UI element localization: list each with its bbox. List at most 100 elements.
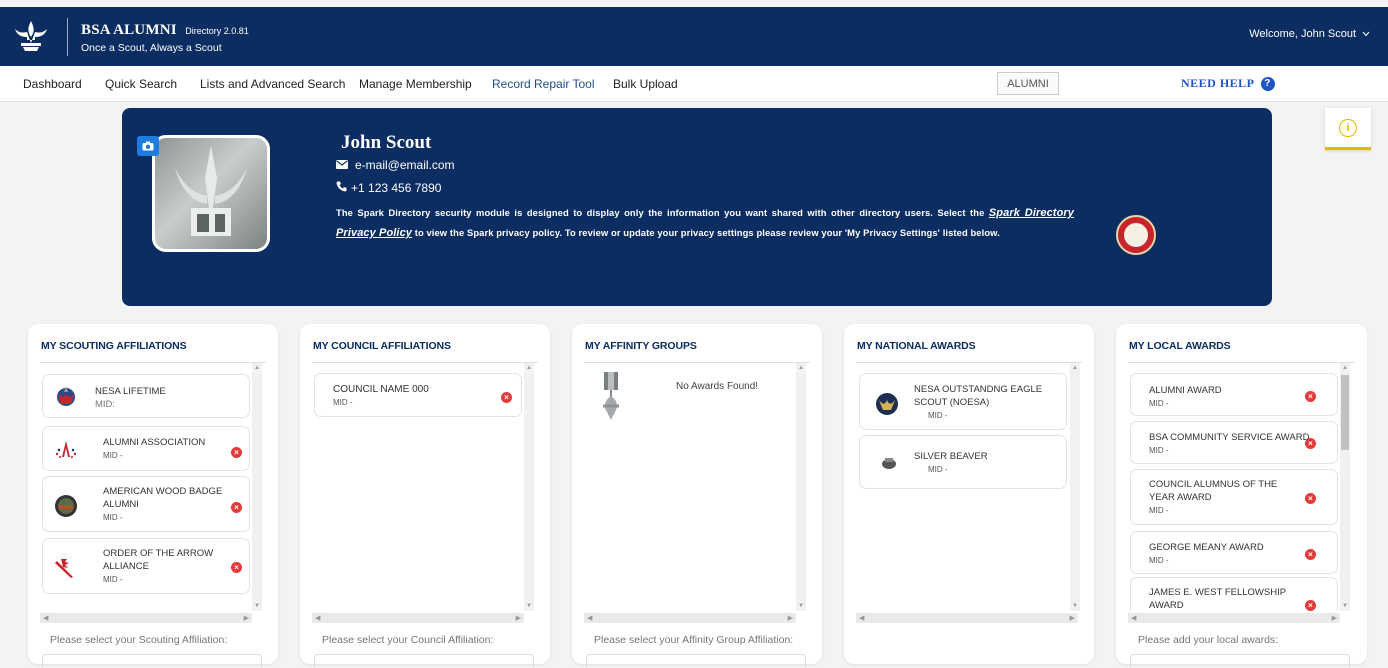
select-label: Please select your Council Affiliation: [322,634,494,646]
list-item: NESA OUTSTANDNG EAGLE SCOUT (NOESA) MID … [859,373,1067,430]
affinity-groups-card: MY AFFINITY GROUPS No Awards Found! ▲ ▼ ◀… [572,324,822,668]
horizontal-scrollbar[interactable]: ◀ ▶ [312,613,524,623]
info-button[interactable]: i [1325,108,1371,150]
item-name: GEORGE MEANY AWARD [1149,542,1264,553]
need-help-label: NEED HELP [1181,76,1255,90]
item-mid: MID - [928,465,948,474]
item-name: ALUMNI AWARD [1149,385,1222,396]
app-name: BSA ALUMNI [81,22,177,38]
privacy-text-before: The Spark Directory security module is d… [336,207,989,218]
item-mid: MID - [103,513,123,522]
profile-banner: John Scout e-mail@email.com +1 123 456 7… [122,108,1272,306]
alumni-mode-button[interactable]: ALUMNI [997,72,1059,95]
list-item-text: COUNCIL ALUMNUS OF THE YEAR AWARD MID - [1149,478,1299,517]
national-awards-list: NESA OUTSTANDNG EAGLE SCOUT (NOESA) MID … [856,363,1068,611]
remove-icon[interactable]: × [1305,438,1316,449]
profile-photo [152,135,270,252]
bsa-logo-icon[interactable] [9,17,53,55]
card-divider [584,362,810,363]
list-item: ALUMNI AWARD MID - × [1130,373,1338,416]
phone-icon [336,181,347,195]
remove-icon[interactable]: × [1305,549,1316,560]
card-title: MY SCOUTING AFFILIATIONS [41,340,187,352]
scouting-affiliation-select[interactable] [42,654,262,668]
item-mid: MID - [1149,446,1169,455]
user-menu[interactable]: Welcome, John Scout [1249,28,1370,40]
app-tagline: Once a Scout, Always a Scout [81,42,222,54]
list-item-text: JAMES E. WEST FELLOWSHIP AWARD [1149,586,1299,611]
vertical-scrollbar[interactable]: ▲ ▼ [1070,363,1080,611]
profile-phone-row: +1 123 456 7890 [336,181,441,195]
noesa-medal-icon [874,391,900,417]
scouting-affiliations-card: MY SCOUTING AFFILIATIONS NESA LIFETIME M… [28,324,278,668]
nav-quick-search[interactable]: Quick Search [105,77,177,91]
camera-icon[interactable] [137,136,159,156]
list-item: JAMES E. WEST FELLOWSHIP AWARD × [1130,577,1338,611]
card-title: MY NATIONAL AWARDS [857,340,976,352]
remove-icon[interactable]: × [501,392,512,403]
vertical-scrollbar[interactable]: ▲ ▼ [1340,363,1350,611]
remove-icon[interactable]: × [231,562,242,573]
select-label: Please select your Scouting Affiliation: [50,634,228,646]
vertical-scrollbar[interactable]: ▲ ▼ [252,363,262,611]
order-of-the-arrow-icon [53,555,79,581]
profile-email-row: e-mail@email.com [336,158,455,172]
card-title: MY LOCAL AWARDS [1129,340,1231,352]
vertical-scrollbar[interactable]: ▲ ▼ [524,363,534,611]
item-mid: MID - [1149,506,1169,515]
list-item: SILVER BEAVER MID - [859,435,1067,489]
horizontal-scrollbar[interactable]: ◀ ▶ [584,613,796,623]
local-awards-card: MY LOCAL AWARDS ALUMNI AWARD MID - × BSA… [1116,324,1367,668]
no-awards-text: No Awards Found! [676,381,759,392]
privacy-text-after: to view the Spark privacy policy. To rev… [412,227,1000,238]
item-name: NESA OUTSTANDNG EAGLE SCOUT (NOESA) [914,384,1043,408]
select-label: Please select your Affinity Group Affili… [594,634,794,646]
medal-icon [600,372,622,429]
list-item: BSA COMMUNITY SERVICE AWARD MID - × [1130,421,1338,464]
item-mid: MID - [103,575,123,584]
welcome-text: Welcome, John Scout [1249,28,1356,40]
horizontal-scrollbar[interactable]: ◀ ▶ [856,613,1078,623]
list-item: COUNCIL ALUMNUS OF THE YEAR AWARD MID - … [1130,469,1338,525]
main-nav: Dashboard Quick Search Lists and Advance… [0,66,1388,102]
council-list: COUNCIL NAME 000 MID - × [312,363,524,611]
nav-dashboard[interactable]: Dashboard [23,77,82,91]
remove-icon[interactable]: × [231,502,242,513]
profile-email: e-mail@email.com [355,158,455,172]
top-header: BSA ALUMNI Directory 2.0.81 Once a Scout… [0,7,1388,66]
nav-bulk-upload[interactable]: Bulk Upload [613,77,678,91]
nav-lists-advanced-search[interactable]: Lists and Advanced Search [200,77,345,91]
local-awards-list: ALUMNI AWARD MID - × BSA COMMUNITY SERVI… [1128,363,1340,611]
need-help-link[interactable]: NEED HELP ? [1181,76,1275,91]
remove-icon[interactable]: × [231,447,242,458]
item-mid: MID - [1149,556,1169,565]
nav-manage-membership[interactable]: Manage Membership [359,77,472,91]
list-item-text: NESA LIFETIME MID: [95,385,166,411]
council-affiliations-card: MY COUNCIL AFFILIATIONS COUNCIL NAME 000… [300,324,550,668]
list-item-text: COUNCIL NAME 000 MID - [333,383,429,409]
silver-beaver-icon [876,450,902,476]
council-affiliation-select[interactable] [314,654,534,668]
card-title: MY AFFINITY GROUPS [585,340,697,352]
item-name: SILVER BEAVER [914,451,988,462]
item-name: COUNCIL ALUMNUS OF THE YEAR AWARD [1149,479,1278,503]
list-item: ALUMNI ASSOCIATION MID - × [42,426,250,471]
alumni-association-icon [53,437,79,463]
item-name: JAMES E. WEST FELLOWSHIP AWARD [1149,587,1286,611]
list-item-text: BSA COMMUNITY SERVICE AWARD MID - [1149,431,1309,457]
horizontal-scrollbar[interactable]: ◀ ▶ [1128,613,1340,623]
remove-icon[interactable]: × [1305,391,1316,402]
item-name: ALUMNI ASSOCIATION [103,437,206,448]
horizontal-scrollbar[interactable]: ◀ ▶ [40,613,252,623]
nav-record-repair-tool[interactable]: Record Repair Tool [492,77,595,91]
list-item-text: ORDER OF THE ARROW ALLIANCE MID - [103,547,223,586]
remove-icon[interactable]: × [1305,493,1316,504]
local-award-input[interactable] [1130,654,1350,668]
affinity-group-select[interactable] [586,654,806,668]
list-item: ORDER OF THE ARROW ALLIANCE MID - × [42,538,250,594]
remove-icon[interactable]: × [1305,600,1316,611]
header-divider [67,18,68,56]
vertical-scrollbar[interactable]: ▲ ▼ [796,363,806,611]
list-item-text: ALUMNI ASSOCIATION MID - [103,436,205,462]
list-item: COUNCIL NAME 000 MID - × [314,373,522,417]
